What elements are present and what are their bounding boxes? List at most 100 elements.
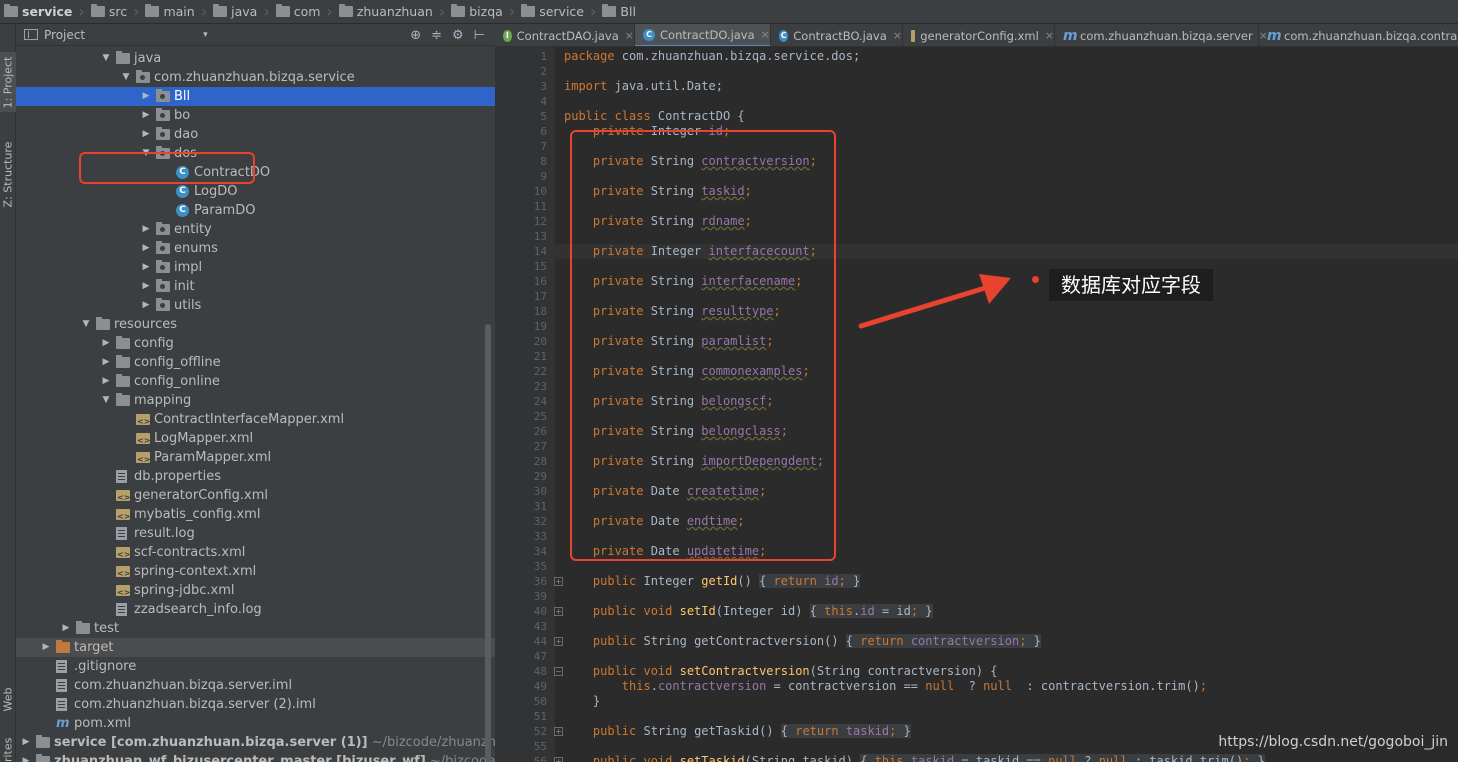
expand-right-icon[interactable]: ▶ <box>140 106 152 125</box>
fold-expand-icon[interactable]: + <box>554 637 563 646</box>
tree-item[interactable]: ▶ dao <box>16 125 495 144</box>
breadcrumb-item[interactable]: java <box>213 0 257 23</box>
tree-item[interactable]: ParamMapper.xml <box>16 448 495 469</box>
scroll-from-source-icon[interactable]: ⊕ <box>410 28 421 43</box>
hide-panel-icon[interactable]: ⊢ <box>474 28 485 43</box>
tree-item[interactable]: ▶ enums <box>16 239 495 258</box>
fold-expand-icon[interactable]: + <box>554 607 563 616</box>
close-icon[interactable]: × <box>1045 29 1054 42</box>
close-icon[interactable]: × <box>625 29 634 42</box>
breadcrumb-item[interactable]: service <box>4 0 72 23</box>
expand-down-icon[interactable]: ▼ <box>100 391 112 410</box>
tree-item[interactable]: com.zhuanzhuan.bizqa.server (2).iml <box>16 695 495 714</box>
tree-item[interactable]: m pom.xml <box>16 714 495 733</box>
tree-item[interactable]: result.log <box>16 524 495 543</box>
breadcrumb-item[interactable]: Bll <box>602 0 636 23</box>
expand-right-icon[interactable]: ▶ <box>140 296 152 315</box>
fold-expand-icon[interactable]: + <box>554 727 563 736</box>
tree-item[interactable]: spring-jdbc.xml <box>16 581 495 602</box>
close-icon[interactable]: × <box>761 28 770 41</box>
tree-item[interactable]: mybatis_config.xml <box>16 505 495 526</box>
tree-item[interactable]: .gitignore <box>16 657 495 676</box>
tree-item[interactable]: ▶ config <box>16 334 495 353</box>
tool-tab-favorites[interactable]: Favorites <box>0 738 16 762</box>
tree-item[interactable]: ▼ dos <box>16 144 495 163</box>
tree-item[interactable]: scf-contracts.xml <box>16 543 495 564</box>
tree-item[interactable]: ▶ Bll <box>16 87 495 106</box>
tree-item[interactable]: ▶ service [com.zhuanzhuan.bizqa.server (1… <box>16 733 495 752</box>
code-line: private String importDepengdent; <box>564 454 824 469</box>
tree-item[interactable]: ▶ test <box>16 619 495 638</box>
editor-tab[interactable]: I ContractDAO.java × <box>495 24 635 46</box>
tree-item[interactable]: ▶ target <box>16 638 495 657</box>
tree-item[interactable]: ContractInterfaceMapper.xml <box>16 410 495 431</box>
gear-icon[interactable]: ⚙ <box>452 28 464 43</box>
expand-right-icon[interactable]: ▶ <box>40 638 52 657</box>
tree-item[interactable]: zzadsearch_info.log <box>16 600 495 619</box>
editor-tab[interactable]: generatorConfig.xml × <box>903 24 1055 46</box>
tool-tab-web[interactable]: Web <box>0 679 16 719</box>
tree-item[interactable]: ▼ resources <box>16 315 495 334</box>
editor-tab[interactable]: C ContractBO.java × <box>771 24 903 46</box>
expand-right-icon[interactable]: ▶ <box>20 733 32 752</box>
view-mode-dropdown[interactable]: ▾ <box>203 30 208 40</box>
expand-right-icon[interactable]: ▶ <box>140 125 152 144</box>
fold-expand-icon[interactable]: + <box>554 757 563 762</box>
breadcrumb-item[interactable]: com <box>275 0 320 23</box>
tree-item[interactable]: ▼ java <box>16 49 495 68</box>
tree-item[interactable]: ▶ config_offline <box>16 353 495 372</box>
tree-class-item[interactable]: C ContractDO <box>16 163 495 182</box>
expand-right-icon[interactable]: ▶ <box>140 258 152 277</box>
expand-right-icon[interactable]: ▶ <box>100 334 112 353</box>
expand-down-icon[interactable]: ▼ <box>100 49 112 68</box>
expand-down-icon[interactable]: ▼ <box>80 315 92 334</box>
breadcrumb-item[interactable]: service <box>521 0 584 23</box>
tree-item[interactable]: ▶ bo <box>16 106 495 125</box>
line-number: 51 <box>533 710 547 723</box>
expand-right-icon[interactable]: ▶ <box>60 619 72 638</box>
tree-item[interactable]: spring-context.xml <box>16 562 495 583</box>
collapse-all-icon[interactable]: ≑ <box>431 28 442 43</box>
expand-right-icon[interactable]: ▶ <box>100 372 112 391</box>
tree-class-item[interactable]: C ParamDO <box>16 201 495 220</box>
editor-tab[interactable]: m com.zhuanzhuan.bizqa.server × <box>1055 24 1268 46</box>
fold-expand-icon[interactable]: + <box>554 577 563 586</box>
tree-item[interactable]: ▶ impl <box>16 258 495 277</box>
tree-item[interactable]: ▶ config_online <box>16 372 495 391</box>
expand-down-icon[interactable]: ▼ <box>120 68 132 87</box>
tree-item[interactable]: com.zhuanzhuan.bizqa.server.iml <box>16 676 495 695</box>
expand-right-icon[interactable]: ▶ <box>140 239 152 258</box>
breadcrumb-item[interactable]: zhuanzhuan <box>338 0 433 23</box>
expand-down-icon[interactable]: ▼ <box>140 144 152 163</box>
tool-tab-structure[interactable]: Z: Structure <box>0 134 16 214</box>
editor-tab[interactable]: mcom.zhuanzhuan.bizqa.contract× <box>1259 24 1458 46</box>
project-panel-scrollbar[interactable] <box>485 324 491 762</box>
tree-item[interactable]: ▶ zhuanzhuan_wf_bizusercenter_master [biz… <box>16 752 495 762</box>
tree-item[interactable]: db.properties <box>16 467 495 486</box>
expand-right-icon[interactable]: ▶ <box>140 87 152 106</box>
expand-right-icon[interactable]: ▶ <box>100 353 112 372</box>
tree-item[interactable]: LogMapper.xml <box>16 429 495 450</box>
tree-item[interactable]: ▶ entity <box>16 220 495 239</box>
expand-right-icon[interactable]: ▶ <box>140 277 152 296</box>
tree-item[interactable]: ▶ utils <box>16 296 495 315</box>
tree-item[interactable]: ▼ mapping <box>16 391 495 410</box>
breadcrumb-item[interactable]: src <box>90 0 127 23</box>
tree-item[interactable]: ▶ init <box>16 277 495 296</box>
code-token: ; <box>759 484 767 498</box>
fold-collapse-icon[interactable]: − <box>554 667 563 676</box>
tool-tab-project[interactable]: 1: Project <box>0 52 16 112</box>
code-token: this <box>824 604 854 618</box>
expand-right-icon[interactable]: ▶ <box>20 752 32 762</box>
tree-item-name: ContractDO <box>194 165 271 180</box>
breadcrumb-item[interactable]: main <box>145 0 195 23</box>
editor-tab[interactable]: C ContractDO.java × <box>635 24 771 46</box>
close-icon[interactable]: × <box>893 29 902 42</box>
tree-class-item[interactable]: C LogDO <box>16 182 495 201</box>
tree-item[interactable]: generatorConfig.xml <box>16 486 495 507</box>
tool-tab-favorites-label: Favorites <box>2 738 15 762</box>
tree-item[interactable]: ▼ com.zhuanzhuan.bizqa.service <box>16 68 495 87</box>
expand-right-icon[interactable]: ▶ <box>140 220 152 239</box>
breadcrumb-item[interactable]: bizqa <box>451 0 503 23</box>
